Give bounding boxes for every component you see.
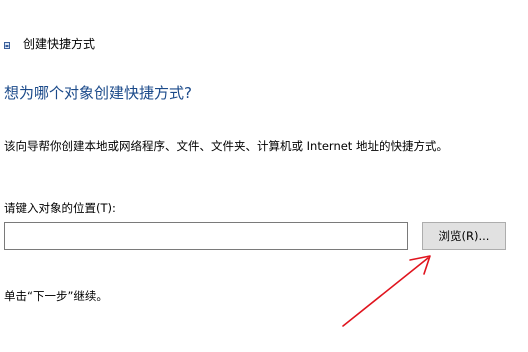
next-step-hint: 单击“下一步”继续。 <box>4 289 108 303</box>
browse-button[interactable]: 浏览(R)... <box>422 222 506 250</box>
annotation-arrow-head <box>409 255 431 275</box>
shortcut-wizard-icon <box>4 42 10 49</box>
wizard-title: 创建快捷方式 <box>23 37 96 51</box>
page-heading: 想为哪个对象创建快捷方式? <box>4 84 192 102</box>
wizard-description: 该向导帮你创建本地或网络程序、文件、文件夹、计算机或 Internet 地址的快… <box>4 139 448 153</box>
location-input[interactable] <box>4 222 408 250</box>
annotation-arrow-shaft <box>342 257 429 327</box>
location-label: 请键入对象的位置(T): <box>4 201 116 215</box>
